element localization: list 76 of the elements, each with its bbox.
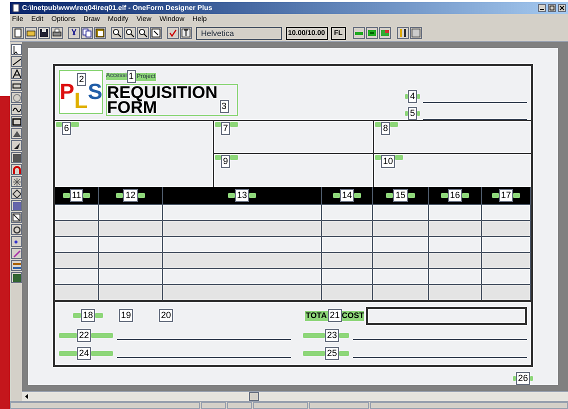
total-cost-field[interactable] [366,306,527,324]
field-tag [249,193,256,198]
field-tag [215,122,221,127]
field-number: 22 [77,329,92,342]
scroll-thumb[interactable] [249,392,259,401]
field-tag [59,351,77,356]
field-number: 24 [77,347,92,360]
field-number: 8 [381,122,390,135]
field-tag [512,376,516,381]
field-tag [375,155,381,160]
horizontal-scrollbar[interactable] [22,391,568,401]
field-tag [56,122,62,127]
field-number: 1 [126,70,136,83]
document-icon [12,4,20,12]
field-number: 17 [498,189,513,202]
field-number: 25 [325,347,340,360]
field-tag [408,193,414,198]
field-tag [303,351,325,356]
field-tag [462,193,469,198]
field-number: 14 [340,189,354,202]
field-tag [492,193,499,198]
field-number: 23 [325,329,340,342]
field-tag [404,94,408,99]
field-tag [417,94,420,99]
field-number: 10 [381,155,396,168]
total-label: TOTA [304,310,328,320]
font-field[interactable]: Helvetica [196,26,282,40]
field-tag [395,155,404,160]
field-number: 21 [328,309,342,322]
form-title: REQUISITION FORM [107,85,218,115]
field-tag [339,351,350,356]
logo-letter: P [60,81,74,103]
field-tag [116,193,124,198]
field-tag [417,111,420,116]
field-tag [138,193,144,198]
field-tag [332,193,340,198]
field-number: 5 [408,107,417,120]
field-tag [354,193,361,198]
field-tag [339,333,350,338]
field-tag [230,122,238,127]
field-tag [386,193,394,198]
field-tag [73,313,81,318]
field-tag [215,155,221,160]
field-tag [530,376,533,381]
field-tag [375,122,381,127]
field-number: 12 [123,189,138,202]
total-label: COST [342,310,364,320]
field-number: 15 [393,189,408,202]
field-number: 13 [234,189,249,202]
field-tag [71,122,80,127]
field-number: 26 [516,372,530,385]
field-number: 7 [221,122,230,135]
field-number: 11 [70,189,84,202]
field-number: 6 [62,122,72,135]
field-tag [91,333,114,338]
field-tag [404,111,408,116]
field-tag [83,193,90,198]
field-number: 2 [77,73,86,86]
field-number: 3 [220,100,229,113]
field-number: 9 [221,155,230,168]
logo-letter: S [88,81,102,103]
field-tag [440,193,448,198]
field-tag [62,193,70,198]
field-tag [95,313,104,318]
field-tag [228,193,235,198]
logo-letter: L [74,90,88,112]
field-tag [230,155,238,160]
field-number: 19 [119,309,134,322]
field-number: 4 [408,90,417,103]
field-number: 18 [81,309,96,322]
field-tag [513,193,520,198]
field-number: 20 [159,309,174,322]
field-tag [91,351,114,356]
field-tag [303,333,325,338]
field-number: 16 [448,189,462,202]
field-tag [59,333,77,338]
